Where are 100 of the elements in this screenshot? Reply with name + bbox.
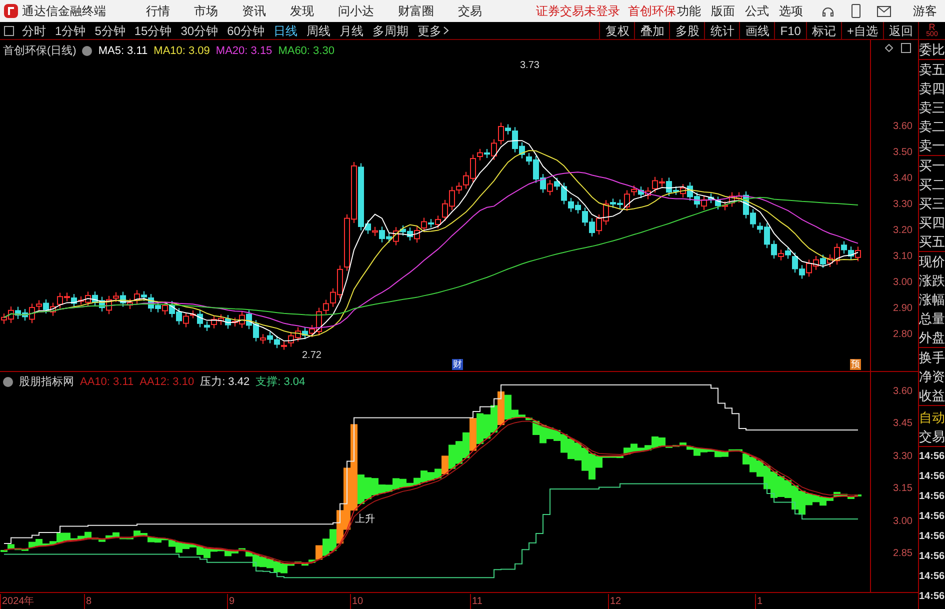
menu-item[interactable]: 市场 <box>194 2 218 20</box>
app-title: 通达信金融终端 <box>22 3 106 20</box>
period-tab[interactable]: 月线 <box>339 22 364 40</box>
toolbar-button[interactable]: 画线 <box>739 22 774 39</box>
date-axis-label: 8 <box>84 594 92 609</box>
price-axis-label: 3.00 <box>893 276 912 290</box>
price-axis-label: 3.10 <box>893 250 912 264</box>
toolbar-button[interactable]: +自选 <box>840 22 883 39</box>
quote-field-label: 现价 <box>919 253 945 271</box>
quote-field-label: 卖一 <box>919 137 945 155</box>
date-axis-label: 1 <box>755 594 763 609</box>
low-price-label: 2.72 <box>302 349 322 363</box>
date-axis-label: 12 <box>608 594 622 609</box>
menu-item[interactable]: 资讯 <box>242 2 266 20</box>
chevron-right-icon <box>443 26 450 35</box>
period-tab[interactable]: 5分钟 <box>94 22 126 40</box>
date-axis-label: 11 <box>470 594 482 609</box>
menu-item[interactable]: 财富圈 <box>398 2 434 20</box>
period-tab[interactable]: 周线 <box>306 22 330 40</box>
menu-item[interactable]: 行情 <box>146 2 170 20</box>
price-axis-label: 3.60 <box>893 120 912 134</box>
price-axis-label: 3.40 <box>893 172 912 186</box>
panel-toggle-icon[interactable] <box>4 26 14 36</box>
ma-legend: MA10: 3.09 <box>154 43 210 60</box>
indicator-value: 压力: 3.42 <box>200 375 250 390</box>
quote-field-label: 买五 <box>919 233 945 251</box>
indicator-value: AA10: 3.11 <box>80 375 134 390</box>
ma-legend: MA20: 3.15 <box>216 43 272 60</box>
trade-time: 14:56 <box>919 530 945 544</box>
trade-time: 14:56 <box>919 570 945 584</box>
toolbar-button[interactable]: 复权 <box>599 22 634 39</box>
menu-item[interactable]: 交易 <box>458 2 482 20</box>
event-marker[interactable]: 财 <box>452 359 463 370</box>
app-logo-icon <box>4 4 18 18</box>
toolbar-button[interactable]: 返回 <box>883 22 918 39</box>
tool-menu-item[interactable]: 功能 <box>677 2 701 20</box>
toolbar-button[interactable]: 多股 <box>669 22 704 39</box>
period-tab[interactable]: 30分钟 <box>180 22 218 40</box>
indicator-value: 支撑: 3.04 <box>256 375 306 390</box>
toolbar-button[interactable]: F10 <box>774 22 806 39</box>
phone-icon[interactable] <box>851 4 861 18</box>
trade-time: 14:56 <box>919 490 945 504</box>
toolbar-button[interactable]: 统计 <box>704 22 740 39</box>
high-price-label: 3.73 <box>520 59 540 73</box>
quote-field-label: 外盘 <box>919 329 945 347</box>
period-tab[interactable]: 15分钟 <box>134 22 172 40</box>
quote-field-label: 涨幅 <box>919 291 945 309</box>
indicator-axis-label: 3.30 <box>893 450 912 464</box>
mail-icon[interactable] <box>877 6 891 16</box>
period-tab[interactable]: 分时 <box>22 22 46 40</box>
indicator-axis-label: 3.60 <box>893 385 912 399</box>
quote-field-label: 买一 <box>919 157 945 175</box>
user-label[interactable]: 游客 <box>913 2 937 20</box>
indicator-axis-label: 3.15 <box>893 482 912 496</box>
toolbar-button[interactable]: 叠加 <box>634 22 670 39</box>
quote-field-label: 买三 <box>919 195 945 213</box>
price-axis-label: 3.20 <box>893 224 912 238</box>
tool-menu-item[interactable]: 版面 <box>711 2 735 20</box>
dropdown-icon[interactable] <box>82 46 92 56</box>
quote-field-label: 卖三 <box>919 99 945 117</box>
menu-item[interactable]: 问小达 <box>338 2 374 20</box>
quote-field-label: 换手 <box>919 349 945 367</box>
period-tab[interactable]: 多周期 <box>372 22 408 40</box>
signal-label: 上升 <box>355 512 375 527</box>
price-axis-label: 3.50 <box>893 146 912 160</box>
quote-field-label: 委比 <box>919 41 945 59</box>
chart-title: 首创环保(日线) <box>3 44 76 59</box>
indicator-axis-label: 3.00 <box>893 514 912 529</box>
date-axis-label: 10 <box>350 594 364 609</box>
quote-field-label: 买二 <box>919 176 945 194</box>
quote-field-label: 买四 <box>919 214 945 232</box>
tool-menu-item[interactable]: 选项 <box>779 2 803 20</box>
trade-time: 14:56 <box>919 550 945 564</box>
login-notice[interactable]: 证券交易未登录 <box>536 2 620 20</box>
ma-legend: MA60: 3.30 <box>278 43 334 60</box>
period-tab[interactable]: 1分钟 <box>55 22 86 40</box>
trade-time: 14:56 <box>919 590 945 604</box>
trade-time: 14:56 <box>919 470 945 484</box>
trade-time: 14:56 <box>919 450 945 464</box>
quote-field-label: 涨跌 <box>919 272 945 290</box>
tool-menu-item[interactable]: 公式 <box>745 2 769 20</box>
period-tab[interactable]: 60分钟 <box>227 22 264 40</box>
quote-field-label: 收益 <box>919 387 945 405</box>
menu-item[interactable]: 发现 <box>290 2 314 20</box>
dropdown-icon[interactable] <box>3 377 13 388</box>
stock-link[interactable]: 首创环保 <box>628 2 676 20</box>
quote-field-label: 卖五 <box>919 61 945 79</box>
price-axis-label: 2.90 <box>893 302 912 316</box>
indicator-axis-label: 2.85 <box>893 547 912 561</box>
trade-label: 交易 <box>919 427 945 447</box>
ma-legend: MA5: 3.11 <box>98 43 148 60</box>
diamond-icon[interactable] <box>885 44 893 52</box>
quote-field-label: 净资 <box>919 368 945 386</box>
quote-field-label: 卖四 <box>919 80 945 98</box>
date-axis-label: 2024年 <box>0 594 34 609</box>
period-tab[interactable]: 日线 <box>273 22 298 40</box>
toolbar-button[interactable]: 标记 <box>806 22 841 39</box>
more-tab[interactable]: 更多 <box>417 22 450 40</box>
window-icon[interactable] <box>901 43 911 53</box>
price-axis-label: 3.30 <box>893 198 912 212</box>
